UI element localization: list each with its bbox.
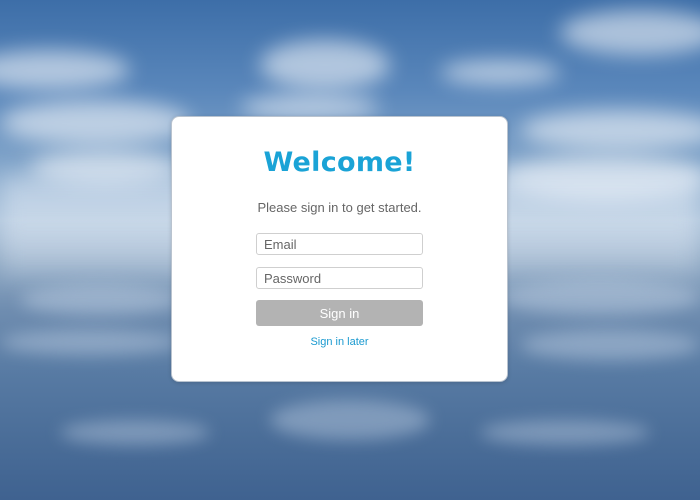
password-field[interactable]	[256, 267, 423, 289]
water-reflection	[270, 400, 430, 440]
email-field[interactable]	[256, 233, 423, 255]
cloud	[560, 10, 700, 55]
welcome-title: Welcome!	[263, 147, 416, 178]
signin-instruction: Please sign in to get started.	[257, 200, 422, 215]
cloud	[0, 50, 130, 90]
water-reflection	[500, 280, 700, 315]
cloud	[520, 110, 700, 150]
cloud	[260, 40, 390, 90]
water-reflection	[0, 330, 180, 355]
sign-in-button[interactable]: Sign in	[256, 300, 423, 326]
login-dialog: Welcome! Please sign in to get started. …	[171, 116, 508, 382]
water-reflection	[480, 420, 650, 445]
sign-in-later-link[interactable]: Sign in later	[172, 336, 507, 348]
cloud	[0, 100, 190, 145]
water-reflection	[520, 330, 700, 360]
water-reflection	[60, 420, 210, 445]
cloud	[440, 60, 560, 85]
water-reflection	[20, 285, 180, 315]
